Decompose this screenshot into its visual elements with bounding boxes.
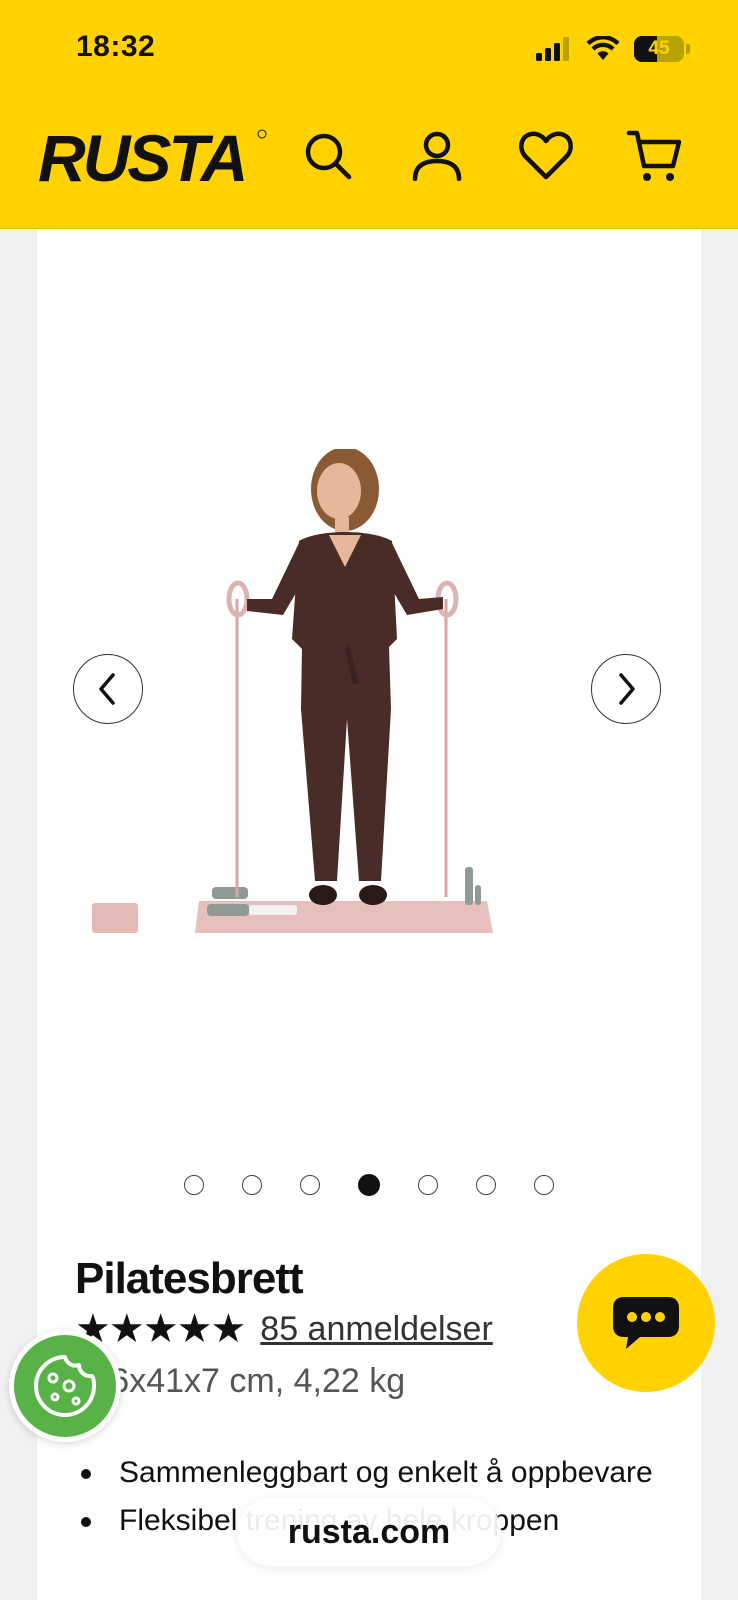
account-icon[interactable]	[407, 126, 467, 186]
gallery-next-button[interactable]	[591, 654, 661, 724]
gallery-prev-button[interactable]	[73, 654, 143, 724]
gallery-dot[interactable]	[534, 1175, 554, 1195]
feature-item: Sammenleggbart og enkelt å oppbevare	[75, 1451, 675, 1495]
gallery-dot[interactable]	[242, 1175, 262, 1195]
product-rating: ★★★★★ 85 anmeldelser	[75, 1309, 493, 1349]
gallery-dot[interactable]	[184, 1175, 204, 1195]
battery-icon: 45	[634, 36, 684, 62]
site-header: RUSTA	[0, 96, 738, 229]
browser-url-bar[interactable]: rusta.com	[237, 1498, 501, 1566]
gallery-dot[interactable]	[300, 1175, 320, 1195]
status-time: 18:32	[76, 30, 156, 63]
wishlist-heart-icon[interactable]	[516, 126, 576, 186]
product-image	[92, 449, 493, 933]
product-card: Pilatesbrett ★★★★★ 85 anmeldelser 116x41…	[37, 229, 701, 1600]
chat-bubble-icon	[613, 1297, 679, 1349]
wifi-icon	[586, 36, 620, 60]
product-title: Pilatesbrett	[75, 1254, 304, 1303]
rusta-logo[interactable]: RUSTA	[36, 121, 268, 195]
gallery-pagination	[37, 1174, 701, 1196]
gallery-dot[interactable]	[418, 1175, 438, 1195]
chat-button[interactable]	[577, 1254, 715, 1392]
gallery-dot[interactable]	[476, 1175, 496, 1195]
product-gallery[interactable]	[37, 229, 701, 1129]
url-text: rusta.com	[287, 1512, 451, 1551]
gallery-dot-active[interactable]	[358, 1174, 380, 1196]
status-bar: 18:32 45	[0, 0, 738, 96]
cart-icon[interactable]	[624, 126, 684, 186]
status-icons: 45	[536, 34, 690, 64]
cookie-icon	[34, 1355, 96, 1417]
battery-level: 45	[648, 38, 670, 59]
logo-text: RUSTA	[38, 126, 245, 188]
product-spec: 116x41x7 cm, 4,22 kg	[75, 1362, 406, 1400]
reviews-link[interactable]: 85 anmeldelser	[260, 1310, 492, 1349]
cookie-settings-button[interactable]	[9, 1330, 121, 1442]
signal-icon	[536, 37, 569, 61]
chevron-right-icon	[619, 673, 635, 705]
chevron-left-icon	[99, 673, 115, 705]
search-icon[interactable]	[298, 126, 358, 186]
